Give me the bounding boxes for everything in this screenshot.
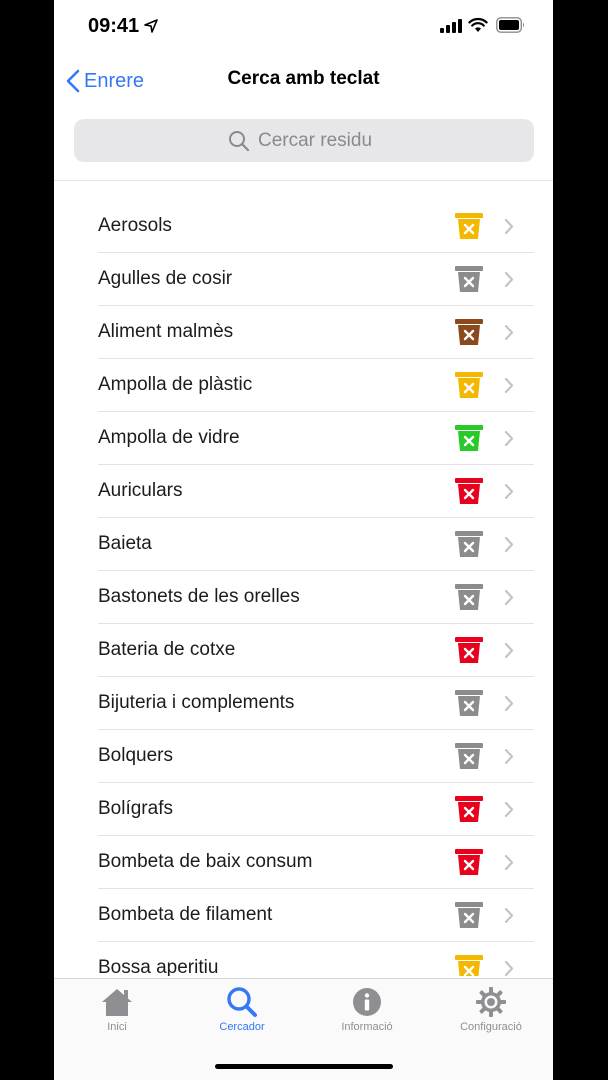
divider [54,180,553,181]
item-label: Auriculars [98,480,183,501]
item-label: Bijuteria i complements [98,692,295,713]
item-label: Baieta [98,533,152,554]
list-item[interactable]: Bossa aperitiu [98,942,534,976]
waste-bin-icon [455,637,483,663]
item-label: Aerosols [98,215,172,236]
chevron-right-icon [504,960,514,976]
waste-bin-icon [455,955,483,976]
cellular-signal-icon [440,19,462,33]
item-label: Bastonets de les orelles [98,586,300,607]
tab-inici[interactable]: Inici [62,985,172,1041]
item-label: Bombeta de filament [98,904,273,925]
waste-bin-icon [455,478,483,504]
list-item[interactable]: Ampolla de vidre [98,412,534,465]
list-item[interactable]: Bateria de cotxe [98,624,534,677]
list-item[interactable]: Ampolla de plàstic [98,359,534,412]
item-label: Bombeta de baix consum [98,851,313,872]
waste-bin-icon [455,319,483,345]
list-item[interactable]: Bijuteria i complements [98,677,534,730]
magnifier-icon [227,987,257,1017]
chevron-right-icon [504,642,514,659]
tab-label: Informació [341,1021,393,1033]
list-item[interactable]: Aliment malmès [98,306,534,359]
chevron-right-icon [504,907,514,924]
waste-bin-icon [455,213,483,239]
list-item[interactable]: Bastonets de les orelles [98,571,534,624]
chevron-right-icon [504,801,514,818]
item-label: Aliment malmès [98,321,234,342]
chevron-right-icon [504,218,514,235]
waste-bin-icon [455,584,483,610]
chevron-right-icon [504,748,514,765]
battery-icon [496,17,524,33]
list-item[interactable]: Bombeta de filament [98,889,534,942]
item-label: Bossa aperitiu [98,957,219,976]
home-indicator [215,1064,393,1069]
gear-icon [476,987,506,1017]
list-item[interactable]: Bolígrafs [98,783,534,836]
status-time: 09:41 [88,15,140,37]
list-item[interactable]: Auriculars [98,465,534,518]
list-item[interactable]: Baieta [98,518,534,571]
item-label: Ampolla de vidre [98,427,240,448]
tab-label: Cercador [219,1021,265,1033]
chevron-right-icon [504,589,514,606]
waste-bin-icon [455,849,483,875]
list-item[interactable]: Bolquers [98,730,534,783]
waste-bin-icon [455,743,483,769]
list-item[interactable]: Agulles de cosir [98,253,534,306]
waste-bin-icon [455,266,483,292]
search-input[interactable] [256,128,380,153]
search-icon [229,130,250,151]
house-icon [102,989,132,1016]
chevron-right-icon [504,536,514,553]
waste-bin-icon [455,690,483,716]
navigation-bar: Enrere Cerca amb teclat [54,54,553,108]
info-icon [353,988,381,1016]
item-label: Bolquers [98,745,173,766]
chevron-right-icon [504,377,514,394]
tab-label: Configuració [460,1021,522,1033]
waste-bin-icon [455,902,483,928]
chevron-right-icon [504,324,514,341]
location-arrow-icon [144,19,158,33]
waste-bin-icon [455,372,483,398]
tab-configuracio[interactable]: Configuració [436,985,546,1041]
tab-informacio[interactable]: Informació [312,985,422,1041]
list-item[interactable]: Bombeta de baix consum [98,836,534,889]
waste-bin-icon [455,796,483,822]
chevron-right-icon [504,430,514,447]
tab-label: Inici [107,1021,127,1033]
chevron-right-icon [504,854,514,871]
phone-screen: 09:41 Enrere Cerca amb teclat Aerosols Ag… [54,0,553,1080]
status-bar: 09:41 [54,0,553,54]
chevron-right-icon [504,483,514,500]
search-field[interactable] [74,119,534,162]
chevron-right-icon [504,271,514,288]
chevron-right-icon [504,695,514,712]
wifi-icon [468,17,488,32]
tab-cercador[interactable]: Cercador [187,985,297,1041]
item-label: Bolígrafs [98,798,173,819]
item-label: Bateria de cotxe [98,639,236,660]
page-title: Cerca amb teclat [227,68,380,89]
item-label: Agulles de cosir [98,268,233,289]
waste-list: Aerosols Agulles de cosir Aliment malmès Am… [98,200,534,976]
item-label: Ampolla de plàstic [98,374,253,395]
waste-bin-icon [455,531,483,557]
list-item[interactable]: Aerosols [98,200,534,253]
waste-bin-icon [455,425,483,451]
